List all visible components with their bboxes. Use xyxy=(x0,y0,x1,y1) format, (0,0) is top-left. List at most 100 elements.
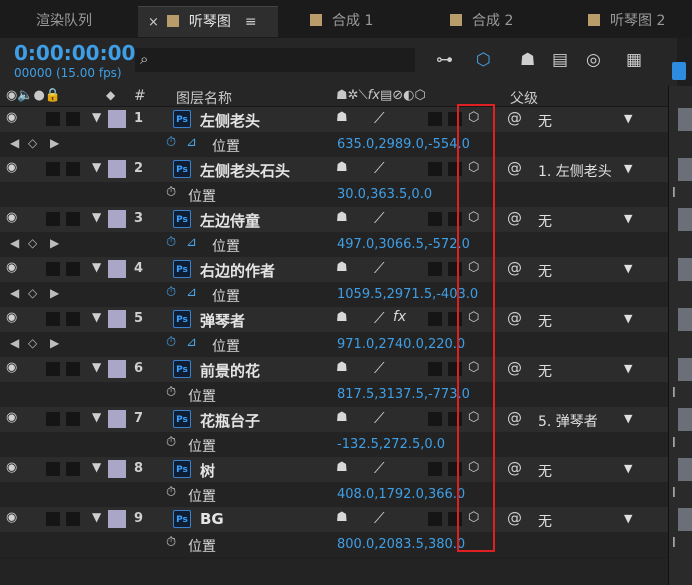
label-color[interactable] xyxy=(108,210,126,228)
shy-switch-icon[interactable]: ☗ xyxy=(336,410,348,425)
current-time-indicator[interactable] xyxy=(672,62,686,80)
lock-switch[interactable] xyxy=(66,312,80,326)
property-value[interactable]: 30.0,363.5,0.0 xyxy=(337,187,432,202)
layer-name[interactable]: 左边侍童 xyxy=(200,210,260,231)
label-color[interactable] xyxy=(108,310,126,328)
quality-switch-icon[interactable]: ⟋ xyxy=(374,159,385,177)
pickwhip-icon[interactable]: @ xyxy=(507,109,522,127)
shy-switch-icon[interactable]: ☗ xyxy=(336,510,348,525)
graph-icon[interactable]: ⊿ xyxy=(186,285,197,300)
eye-icon[interactable]: ◉ xyxy=(6,260,17,275)
solo-switch[interactable] xyxy=(46,262,60,276)
prev-keyframe-icon[interactable]: ◀ xyxy=(10,286,19,300)
dropdown-arrow-icon[interactable]: ▼ xyxy=(624,362,632,375)
keyframe-icon[interactable]: ◇ xyxy=(28,336,37,350)
eye-icon[interactable]: ◉ xyxy=(6,360,17,375)
layer-name[interactable]: 左侧老头石头 xyxy=(200,160,290,181)
layer-row[interactable]: ◉ ▼ 1 Ps 左侧老头 ☗ ⟋ ⬡ @ 无 ▼ xyxy=(0,107,668,133)
eye-icon[interactable]: ◉ xyxy=(6,410,17,425)
label-color[interactable] xyxy=(108,360,126,378)
shy-switch-icon[interactable]: ☗ xyxy=(336,310,348,325)
quality-switch-icon[interactable]: ⟋ xyxy=(374,109,385,127)
lock-switch[interactable] xyxy=(66,112,80,126)
expand-triangle-icon[interactable]: ▼ xyxy=(92,260,101,274)
shy-switch-icon[interactable]: ☗ xyxy=(336,210,348,225)
layer-name[interactable]: 弹琴者 xyxy=(200,310,245,331)
shy-switch-icon[interactable]: ☗ xyxy=(336,160,348,175)
graph-icon[interactable]: ⊿ xyxy=(186,135,197,150)
lock-switch[interactable] xyxy=(66,512,80,526)
dropdown-arrow-icon[interactable]: ▼ xyxy=(624,162,632,175)
pickwhip-icon[interactable]: @ xyxy=(507,359,522,377)
layer-name[interactable]: 树 xyxy=(200,460,215,481)
quality-switch-icon[interactable]: ⟋ xyxy=(374,209,385,227)
dropdown-arrow-icon[interactable]: ▼ xyxy=(624,212,632,225)
solo-switch[interactable] xyxy=(46,112,60,126)
solo-switch[interactable] xyxy=(46,412,60,426)
layer-duration-bar[interactable] xyxy=(678,458,692,481)
frame-blend-switch[interactable] xyxy=(428,112,442,126)
current-time[interactable]: 0:00:00:00 xyxy=(14,41,135,65)
layer-row[interactable]: ◉ ▼ 5 Ps 弹琴者 ☗ ⟋ fx ⬡ @ 无 ▼ xyxy=(0,307,668,333)
layer-name-column-header[interactable]: 图层名称 xyxy=(176,88,232,108)
property-row[interactable]: ◀ ◇ ▶ ⏱ ⊿ 位置 497.0,3066.5,-572.0 xyxy=(0,232,668,258)
label-color[interactable] xyxy=(108,410,126,428)
graph-icon[interactable]: ⊿ xyxy=(186,335,197,350)
parent-dropdown[interactable]: 1. 左侧老头 xyxy=(538,161,612,181)
dropdown-arrow-icon[interactable]: ▼ xyxy=(624,112,632,125)
draft-3d-icon[interactable]: ⬡ xyxy=(476,50,491,70)
motion-blur-icon[interactable]: ◎ xyxy=(586,50,601,70)
layer-row[interactable]: ◉ ▼ 7 Ps 花瓶台子 ☗ ⟋ ⬡ @5. 弹琴者 ▼ xyxy=(0,407,668,433)
dropdown-arrow-icon[interactable]: ▼ xyxy=(624,312,632,325)
frame-blend-switch[interactable] xyxy=(428,262,442,276)
frame-blend-switch[interactable] xyxy=(428,212,442,226)
expand-triangle-icon[interactable]: ▼ xyxy=(92,110,101,124)
eye-icon[interactable]: ◉ xyxy=(6,510,17,525)
pickwhip-icon[interactable]: @ xyxy=(507,209,522,227)
stopwatch-icon[interactable]: ⏱ xyxy=(166,385,176,400)
pickwhip-icon[interactable]: @ xyxy=(507,509,522,527)
property-value[interactable]: 817.5,3137.5,-773.0 xyxy=(337,387,470,402)
property-row[interactable]: ⏱ 位置 408.0,1792.0,366.0 xyxy=(0,482,668,508)
property-value[interactable]: 408.0,1792.0,366.0 xyxy=(337,487,465,502)
solo-switch[interactable] xyxy=(46,462,60,476)
layer-duration-bar[interactable] xyxy=(678,208,692,231)
solo-switch[interactable] xyxy=(46,512,60,526)
layer-row[interactable]: ◉ ▼ 3 Ps 左边侍童 ☗ ⟋ ⬡ @ 无 ▼ xyxy=(0,207,668,233)
graph-icon[interactable]: ⊿ xyxy=(186,235,197,250)
close-icon[interactable]: × xyxy=(148,15,159,30)
next-keyframe-icon[interactable]: ▶ xyxy=(50,136,59,150)
property-row[interactable]: ⏱ 位置 30.0,363.5,0.0 xyxy=(0,182,668,208)
layer-row[interactable]: ◉ ▼ 6 Ps 前景的花 ☗ ⟋ ⬡ @ 无 ▼ xyxy=(0,357,668,383)
label-color[interactable] xyxy=(108,260,126,278)
pickwhip-icon[interactable]: @ xyxy=(507,459,522,477)
eye-icon[interactable]: ◉ xyxy=(6,210,17,225)
expand-triangle-icon[interactable]: ▼ xyxy=(92,460,101,474)
lock-switch[interactable] xyxy=(66,212,80,226)
pickwhip-icon[interactable]: @ xyxy=(507,259,522,277)
layer-duration-bar[interactable] xyxy=(678,508,692,531)
property-row[interactable]: ⏱ 位置 800.0,2083.5,380.0 xyxy=(0,532,668,558)
frame-blend-switch[interactable] xyxy=(428,362,442,376)
expand-triangle-icon[interactable]: ▼ xyxy=(92,210,101,224)
property-value[interactable]: 497.0,3066.5,-572.0 xyxy=(337,237,470,252)
layer-duration-bar[interactable] xyxy=(678,158,692,181)
stopwatch-icon[interactable]: ⏱ xyxy=(166,335,176,350)
tab-tingqintu[interactable]: × 听琴图 ≡ xyxy=(138,6,278,37)
shy-switch-icon[interactable]: ☗ xyxy=(336,260,348,275)
layer-name[interactable]: 右边的作者 xyxy=(200,260,275,281)
shy-layers-icon[interactable]: ☗ xyxy=(520,50,535,70)
parent-dropdown[interactable]: 5. 弹琴者 xyxy=(538,411,598,431)
stopwatch-icon[interactable]: ⏱ xyxy=(166,485,176,500)
keyframe-icon[interactable]: ◇ xyxy=(28,236,37,250)
layer-duration-bar[interactable] xyxy=(678,258,692,281)
parent-dropdown[interactable]: 无 xyxy=(538,361,552,381)
solo-switch[interactable] xyxy=(46,212,60,226)
property-row[interactable]: ⏱ 位置 -132.5,272.5,0.0 xyxy=(0,432,668,458)
shy-switch-icon[interactable]: ☗ xyxy=(336,110,348,125)
frame-blend-switch[interactable] xyxy=(428,312,442,326)
lock-switch[interactable] xyxy=(66,462,80,476)
property-value[interactable]: 800.0,2083.5,380.0 xyxy=(337,537,465,552)
keyframe-icon[interactable]: ◇ xyxy=(28,286,37,300)
next-keyframe-icon[interactable]: ▶ xyxy=(50,336,59,350)
